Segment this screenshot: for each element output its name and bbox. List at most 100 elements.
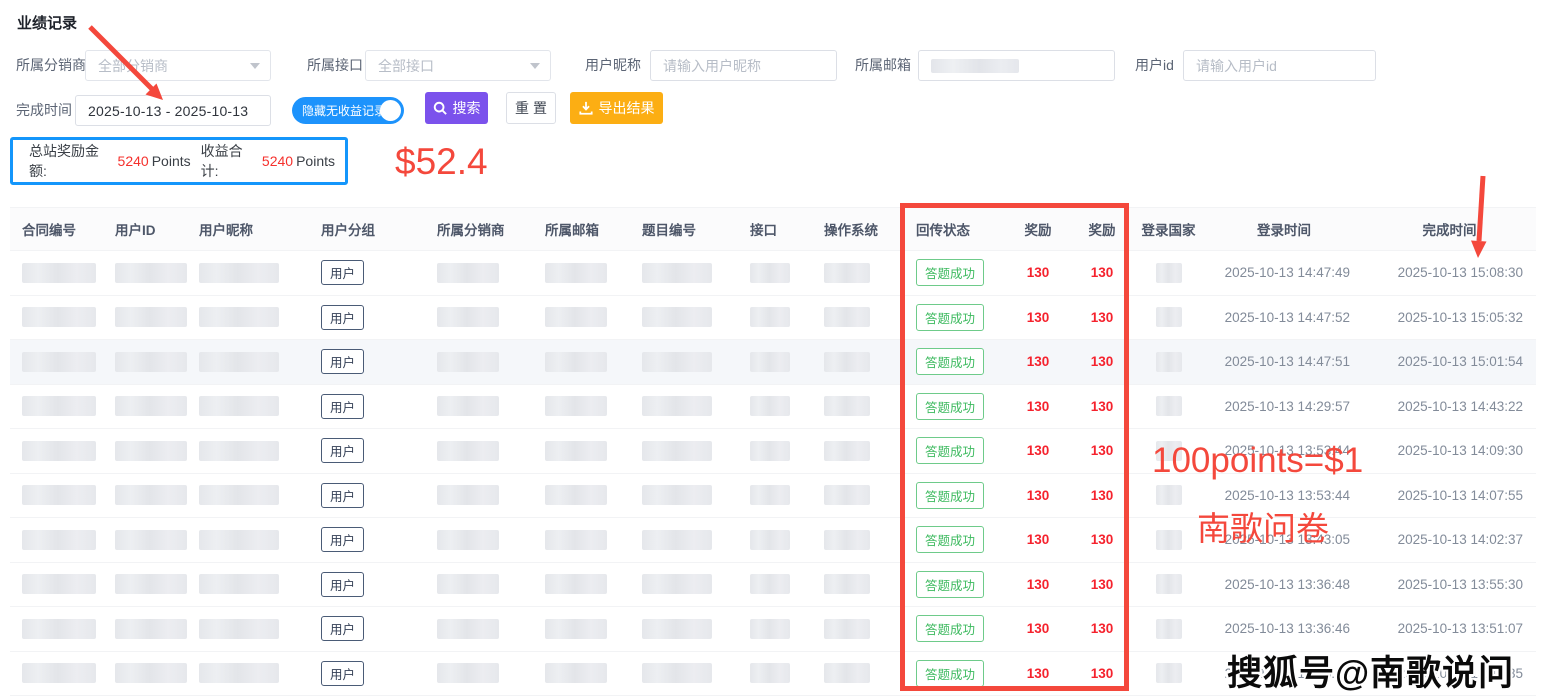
- user-id-redacted: [115, 663, 187, 683]
- search-icon: [433, 101, 447, 115]
- column-header: 奖励: [1072, 208, 1132, 251]
- nickname-redacted: [199, 396, 279, 416]
- question-no-redacted: [642, 619, 712, 639]
- nickname-redacted: [199, 441, 279, 461]
- api-redacted: [750, 619, 790, 639]
- hide-no-income-toggle-label: 隐藏无收益记录: [302, 102, 386, 119]
- summary-totals: 总站奖励金额: 5240 Points 收益合计: 5240 Points: [10, 137, 348, 185]
- total-reward-label: 总站奖励金额:: [29, 141, 115, 181]
- income-total-label: 收益合计:: [201, 141, 259, 181]
- question-no-redacted: [642, 263, 712, 283]
- user-group-tag: 用户: [321, 394, 364, 419]
- reward-value-2: 130: [1072, 473, 1132, 518]
- question-no-redacted: [642, 663, 712, 683]
- distributor-redacted: [437, 396, 499, 416]
- table-row: 用户 答题成功 130 130 2025-10-13 14:29:57 2025…: [10, 384, 1536, 429]
- finish-time: 2025-10-13 15:01:54: [1363, 340, 1536, 385]
- user-id-redacted: [115, 396, 187, 416]
- search-button[interactable]: 搜索: [425, 92, 488, 124]
- nickname-redacted: [199, 485, 279, 505]
- distributor-redacted: [437, 263, 499, 283]
- table-row: 用户 答题成功 130 130 2025-10-13 13:43:05 2025…: [10, 518, 1536, 563]
- api-redacted: [750, 263, 790, 283]
- contract-no-redacted: [22, 352, 96, 372]
- email-redacted: [545, 619, 607, 639]
- distributor-redacted: [437, 441, 499, 461]
- api-redacted: [750, 574, 790, 594]
- hide-no-income-toggle[interactable]: 隐藏无收益记录: [292, 97, 404, 124]
- callback-status-badge: 答题成功: [916, 615, 984, 642]
- os-redacted: [824, 307, 870, 327]
- finish-time: 2025-10-13 15:05:32: [1363, 295, 1536, 340]
- api-select-value: 全部接口: [378, 56, 434, 76]
- login-country-redacted: [1156, 663, 1182, 683]
- question-no-redacted: [642, 530, 712, 550]
- finish-time: 2025-10-13 13:51:07: [1363, 607, 1536, 652]
- reward-value: 130: [1004, 429, 1072, 474]
- finish-time: 2025-10-13 14:02:37: [1363, 518, 1536, 563]
- email-redacted: [545, 441, 607, 461]
- login-country-redacted: [1156, 396, 1182, 416]
- reward-value: 130: [1004, 340, 1072, 385]
- login-country-redacted: [1156, 619, 1182, 639]
- nickname-input[interactable]: 请输入用户昵称: [650, 50, 837, 81]
- distributor-select[interactable]: 全部分销商: [85, 50, 271, 81]
- email-redacted: [545, 663, 607, 683]
- reset-button-label: 重置: [515, 98, 551, 118]
- finish-time: 2025-10-13 14:43:22: [1363, 384, 1536, 429]
- finish-time: 2025-10-13 14:07:55: [1363, 473, 1536, 518]
- table-row: 用户 答题成功 130 130 2025-10-13 13:36:46 2025…: [10, 607, 1536, 652]
- nickname-redacted: [199, 263, 279, 283]
- reward-value: 130: [1004, 473, 1072, 518]
- user-id-input[interactable]: 请输入用户id: [1183, 50, 1376, 81]
- distributor-redacted: [437, 352, 499, 372]
- os-redacted: [824, 263, 870, 283]
- column-header: 接口: [738, 208, 812, 251]
- column-header: 完成时间: [1363, 208, 1536, 251]
- total-reward-value: 5240: [115, 153, 152, 169]
- table-row: 用户 答题成功 130 130 2025-10-13 13:53:44 2025…: [10, 473, 1536, 518]
- reward-value: 130: [1004, 518, 1072, 563]
- user-id-redacted: [115, 619, 187, 639]
- reward-value-2: 130: [1072, 562, 1132, 607]
- os-redacted: [824, 485, 870, 505]
- distributor-label: 所属分销商: [16, 50, 86, 80]
- column-header: 合同编号: [10, 208, 103, 251]
- login-time: 2025-10-13 14:47:49: [1205, 251, 1363, 296]
- column-header: 操作系统: [812, 208, 904, 251]
- distributor-redacted: [437, 574, 499, 594]
- question-no-redacted: [642, 307, 712, 327]
- finish-time-label: 完成时间: [16, 95, 72, 125]
- nickname-label: 用户昵称: [585, 50, 641, 80]
- reward-value: 130: [1004, 384, 1072, 429]
- callback-status-badge: 答题成功: [916, 393, 984, 420]
- user-group-tag: 用户: [321, 438, 364, 463]
- os-redacted: [824, 441, 870, 461]
- contract-no-redacted: [22, 663, 96, 683]
- chevron-down-icon: [530, 63, 540, 69]
- table-row: 用户 答题成功 130 130 2025-10-13 14:47:52 2025…: [10, 295, 1536, 340]
- contract-no-redacted: [22, 396, 96, 416]
- user-group-tag: 用户: [321, 305, 364, 330]
- export-button[interactable]: 导出结果: [570, 92, 663, 124]
- contract-no-redacted: [22, 263, 96, 283]
- reward-value: 130: [1004, 251, 1072, 296]
- date-range-input[interactable]: 2025-10-13 - 2025-10-13: [75, 95, 271, 126]
- nickname-redacted: [199, 574, 279, 594]
- user-id-redacted: [115, 441, 187, 461]
- question-no-redacted: [642, 352, 712, 372]
- email-input[interactable]: [918, 50, 1115, 81]
- api-select[interactable]: 全部接口: [365, 50, 551, 81]
- contract-no-redacted: [22, 307, 96, 327]
- table-header-row: 合同编号用户ID用户昵称用户分组所属分销商所属邮箱题目编号接口操作系统回传状态奖…: [10, 208, 1536, 251]
- os-redacted: [824, 663, 870, 683]
- login-country-redacted: [1156, 485, 1182, 505]
- reward-value-2: 130: [1072, 295, 1132, 340]
- column-header: 登录时间: [1205, 208, 1363, 251]
- user-group-tag: 用户: [321, 661, 364, 686]
- user-group-tag: 用户: [321, 527, 364, 552]
- income-total-value: 5240: [259, 153, 296, 169]
- callback-status-badge: 答题成功: [916, 571, 984, 598]
- reward-value-2: 130: [1072, 384, 1132, 429]
- reset-button[interactable]: 重置: [506, 92, 556, 124]
